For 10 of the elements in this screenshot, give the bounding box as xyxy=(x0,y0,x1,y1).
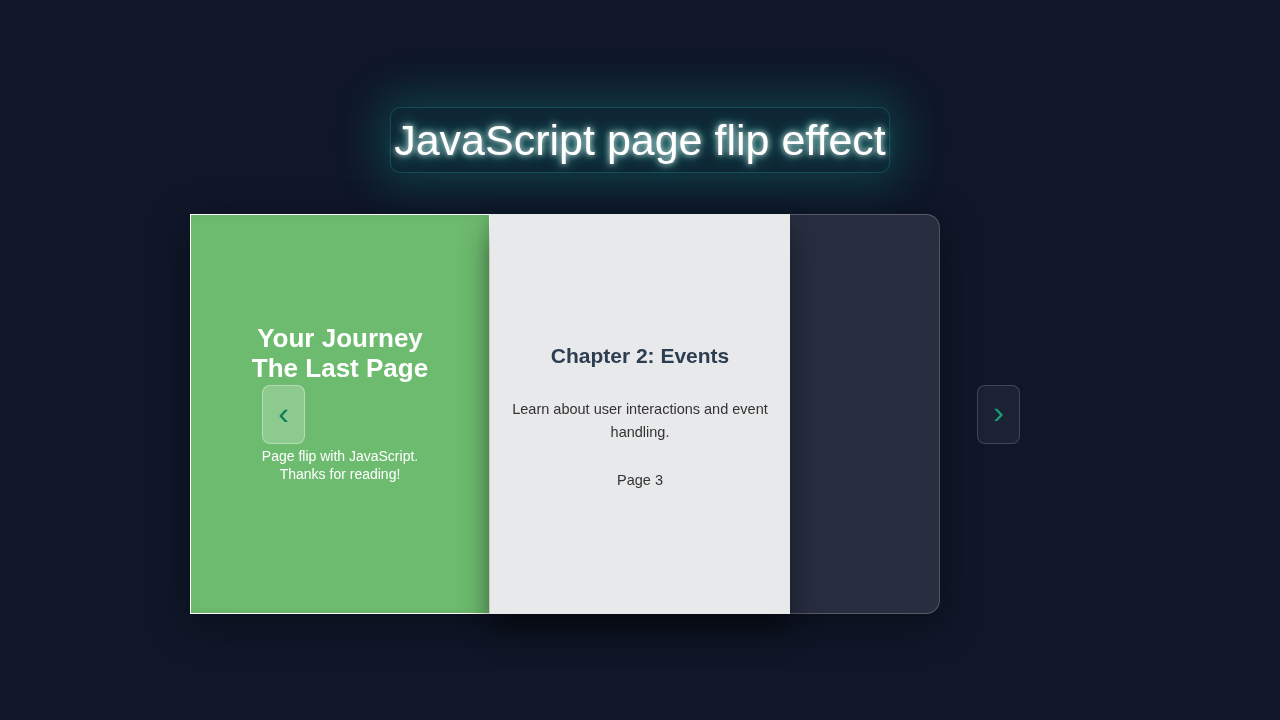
page-number: Page 3 xyxy=(617,471,663,490)
back-page-title: Your Journey xyxy=(257,323,423,353)
back-page-text: Thanks for reading! xyxy=(279,465,401,483)
next-page-button[interactable]: › xyxy=(977,384,1020,444)
back-page-title: The Last Page xyxy=(251,353,429,383)
previous-page-button[interactable]: ‹ xyxy=(262,385,305,444)
back-page-text: Page flip with JavaScript. xyxy=(261,447,419,465)
chapter-title: Chapter 2: Events xyxy=(550,344,730,368)
page-title: JavaScript page flip effect xyxy=(390,107,890,173)
chapter-description: Learn about user interactions and event handling. xyxy=(511,400,769,442)
